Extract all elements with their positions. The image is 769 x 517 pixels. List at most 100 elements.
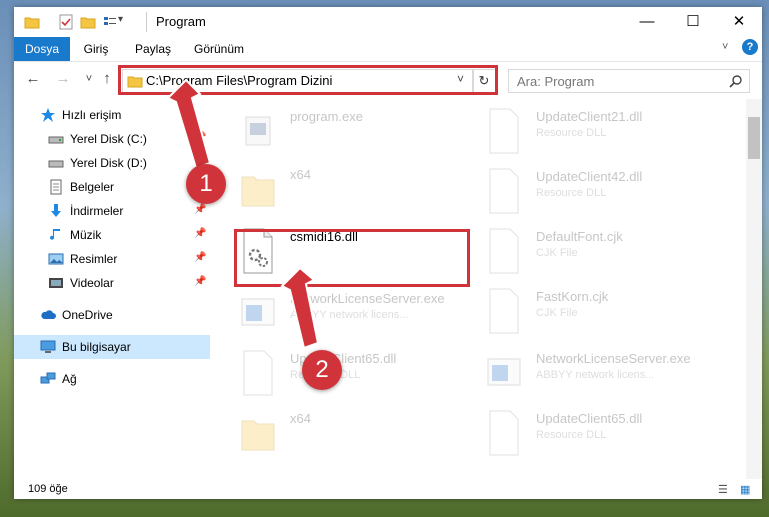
toolbar-dropdown-icon[interactable]: ▾ [118, 14, 123, 25]
forward-button[interactable]: → [54, 70, 72, 88]
sidebar-item-label: Videolar [70, 276, 114, 290]
large-icons-view-icon[interactable]: ▦ [740, 483, 750, 496]
tab-dosya[interactable]: Dosya [14, 37, 70, 61]
new-folder-icon[interactable] [80, 14, 96, 30]
cloud-icon [41, 310, 56, 319]
file-name: NetworkLicenseServer.exe [290, 291, 445, 306]
sidebar-item-videos[interactable]: Videolar 📌 [14, 271, 210, 295]
scrollbar-thumb[interactable] [748, 117, 760, 159]
back-button[interactable]: ← [24, 70, 42, 88]
star-icon [41, 108, 55, 122]
sidebar-item-network[interactable]: Ağ [14, 367, 210, 391]
computer-icon [40, 340, 56, 353]
search-icon[interactable] [729, 74, 743, 88]
sidebar-item-onedrive[interactable]: OneDrive [14, 303, 210, 327]
pin-icon[interactable]: 📌 [194, 252, 206, 263]
dll-file-icon [489, 108, 519, 154]
window-title: Program [156, 14, 206, 29]
sidebar-item-local-disk-d[interactable]: Yerel Disk (D:) [14, 151, 210, 175]
folder-icon [241, 176, 275, 207]
file-item[interactable]: DefaultFont.cjk CJK File [484, 223, 724, 281]
drive-icon [48, 160, 64, 168]
sidebar-item-this-pc[interactable]: Bu bilgisayar [14, 335, 210, 359]
file-type: Resource DLL [536, 127, 607, 139]
file-item[interactable]: x64 [238, 405, 478, 463]
drive-icon [48, 136, 64, 144]
file-name: UpdateClient21.dll [536, 109, 643, 124]
file-item[interactable]: NetworkLicenseServer.exe ABBYY network l… [484, 345, 724, 403]
file-item[interactable]: x64 [238, 161, 478, 219]
file-name: program.exe [290, 109, 363, 124]
tab-gorunum[interactable]: Görünüm [188, 37, 250, 61]
video-icon [49, 278, 63, 288]
ribbon-expand-icon[interactable]: ˅ [722, 41, 728, 53]
up-button[interactable]: ↑ [98, 70, 116, 88]
title-divider [146, 12, 147, 32]
pictures-icon [48, 253, 64, 265]
sidebar-item-documents[interactable]: Belgeler [14, 175, 210, 199]
sidebar-item-quick-access[interactable]: Hızlı erişim [14, 103, 210, 127]
file-name: DefaultFont.cjk [536, 229, 623, 244]
file-name: x64 [290, 411, 311, 426]
file-item[interactable]: UpdateClient21.dll Resource DLL [484, 103, 724, 161]
file-item[interactable]: NetworkLicenseServer.exe ABBYY network l… [238, 285, 478, 343]
exe-icon [487, 358, 521, 386]
folder-icon [241, 420, 275, 451]
tab-giris[interactable]: Giriş [76, 37, 116, 61]
sidebar-item-label: OneDrive [62, 308, 113, 322]
help-icon[interactable]: ? [742, 39, 758, 55]
ribbon: Dosya Giriş Paylaş Görünüm ˅ ? [14, 37, 762, 62]
sidebar-item-label: Müzik [70, 228, 102, 242]
vertical-scrollbar[interactable] [746, 99, 762, 479]
item-count: 109 öğe [28, 483, 68, 495]
sidebar-item-label: Yerel Disk (C:) [70, 132, 147, 146]
dll-file-icon [489, 410, 519, 456]
explorer-window: ▾ Program — ☐ ✕ Dosya Giriş Paylaş Görün… [14, 7, 762, 499]
tab-paylas[interactable]: Paylaş [128, 37, 178, 61]
file-name: NetworkLicenseServer.exe [536, 351, 691, 366]
sidebar-item-local-disk-c[interactable]: Yerel Disk (C:) 📌 [14, 127, 210, 151]
callout-1: 1 [186, 164, 226, 204]
file-type: Resource DLL [536, 187, 607, 199]
sidebar-item-label: Resimler [70, 252, 118, 266]
download-icon [51, 204, 61, 217]
file-name: FastKorn.cjk [536, 289, 609, 304]
minimize-button[interactable]: — [624, 7, 670, 37]
file-item[interactable]: UpdateClient65.dll Resource DLL [238, 345, 478, 403]
file-icon [489, 288, 519, 334]
details-view-icon[interactable]: ☰ [718, 483, 728, 496]
document-icon [50, 179, 62, 195]
file-name: UpdateClient42.dll [536, 169, 643, 184]
search-box[interactable]: Ara: Program [508, 69, 750, 93]
pin-icon[interactable]: 📌 [194, 204, 206, 215]
customize-toolbar-icon[interactable] [102, 14, 118, 30]
file-item[interactable]: FastKorn.cjk CJK File [484, 283, 724, 341]
properties-icon[interactable] [58, 14, 74, 30]
sidebar-item-label: İndirmeler [70, 204, 124, 218]
maximize-button[interactable]: ☐ [670, 7, 716, 37]
sidebar-item-label: Belgeler [70, 180, 115, 194]
network-icon [40, 372, 56, 384]
folder-icon [24, 17, 40, 29]
file-name: x64 [290, 167, 311, 182]
navigation-bar: ← → ˅ ↑ C:\Program Files\Program Dizini … [14, 61, 762, 97]
sidebar-item-label: Yerel Disk (D:) [70, 156, 147, 170]
file-item[interactable]: UpdateClient42.dll Resource DLL [484, 163, 724, 221]
recent-locations-button[interactable]: ˅ [80, 70, 98, 88]
sidebar-item-pictures[interactable]: Resimler 📌 [14, 247, 210, 271]
pin-icon[interactable]: 📌 [194, 276, 206, 287]
close-button[interactable]: ✕ [716, 7, 762, 37]
sidebar-item-downloads[interactable]: İndirmeler 📌 [14, 199, 210, 223]
file-type: CJK File [536, 247, 578, 259]
file-item[interactable]: UpdateClient65.dll Resource DLL [484, 405, 724, 463]
file-item[interactable]: program.exe [238, 103, 478, 161]
pin-icon[interactable]: 📌 [194, 132, 206, 143]
sidebar-item-label: Bu bilgisayar [62, 340, 131, 354]
file-type: ABBYY network licens... [536, 369, 655, 381]
dll-file-icon [243, 350, 273, 396]
file-type: CJK File [536, 307, 578, 319]
sidebar-item-music[interactable]: Müzik 📌 [14, 223, 210, 247]
address-highlight-box [118, 65, 498, 95]
pin-icon[interactable]: 📌 [194, 228, 206, 239]
search-placeholder: Ara: Program [517, 74, 595, 89]
